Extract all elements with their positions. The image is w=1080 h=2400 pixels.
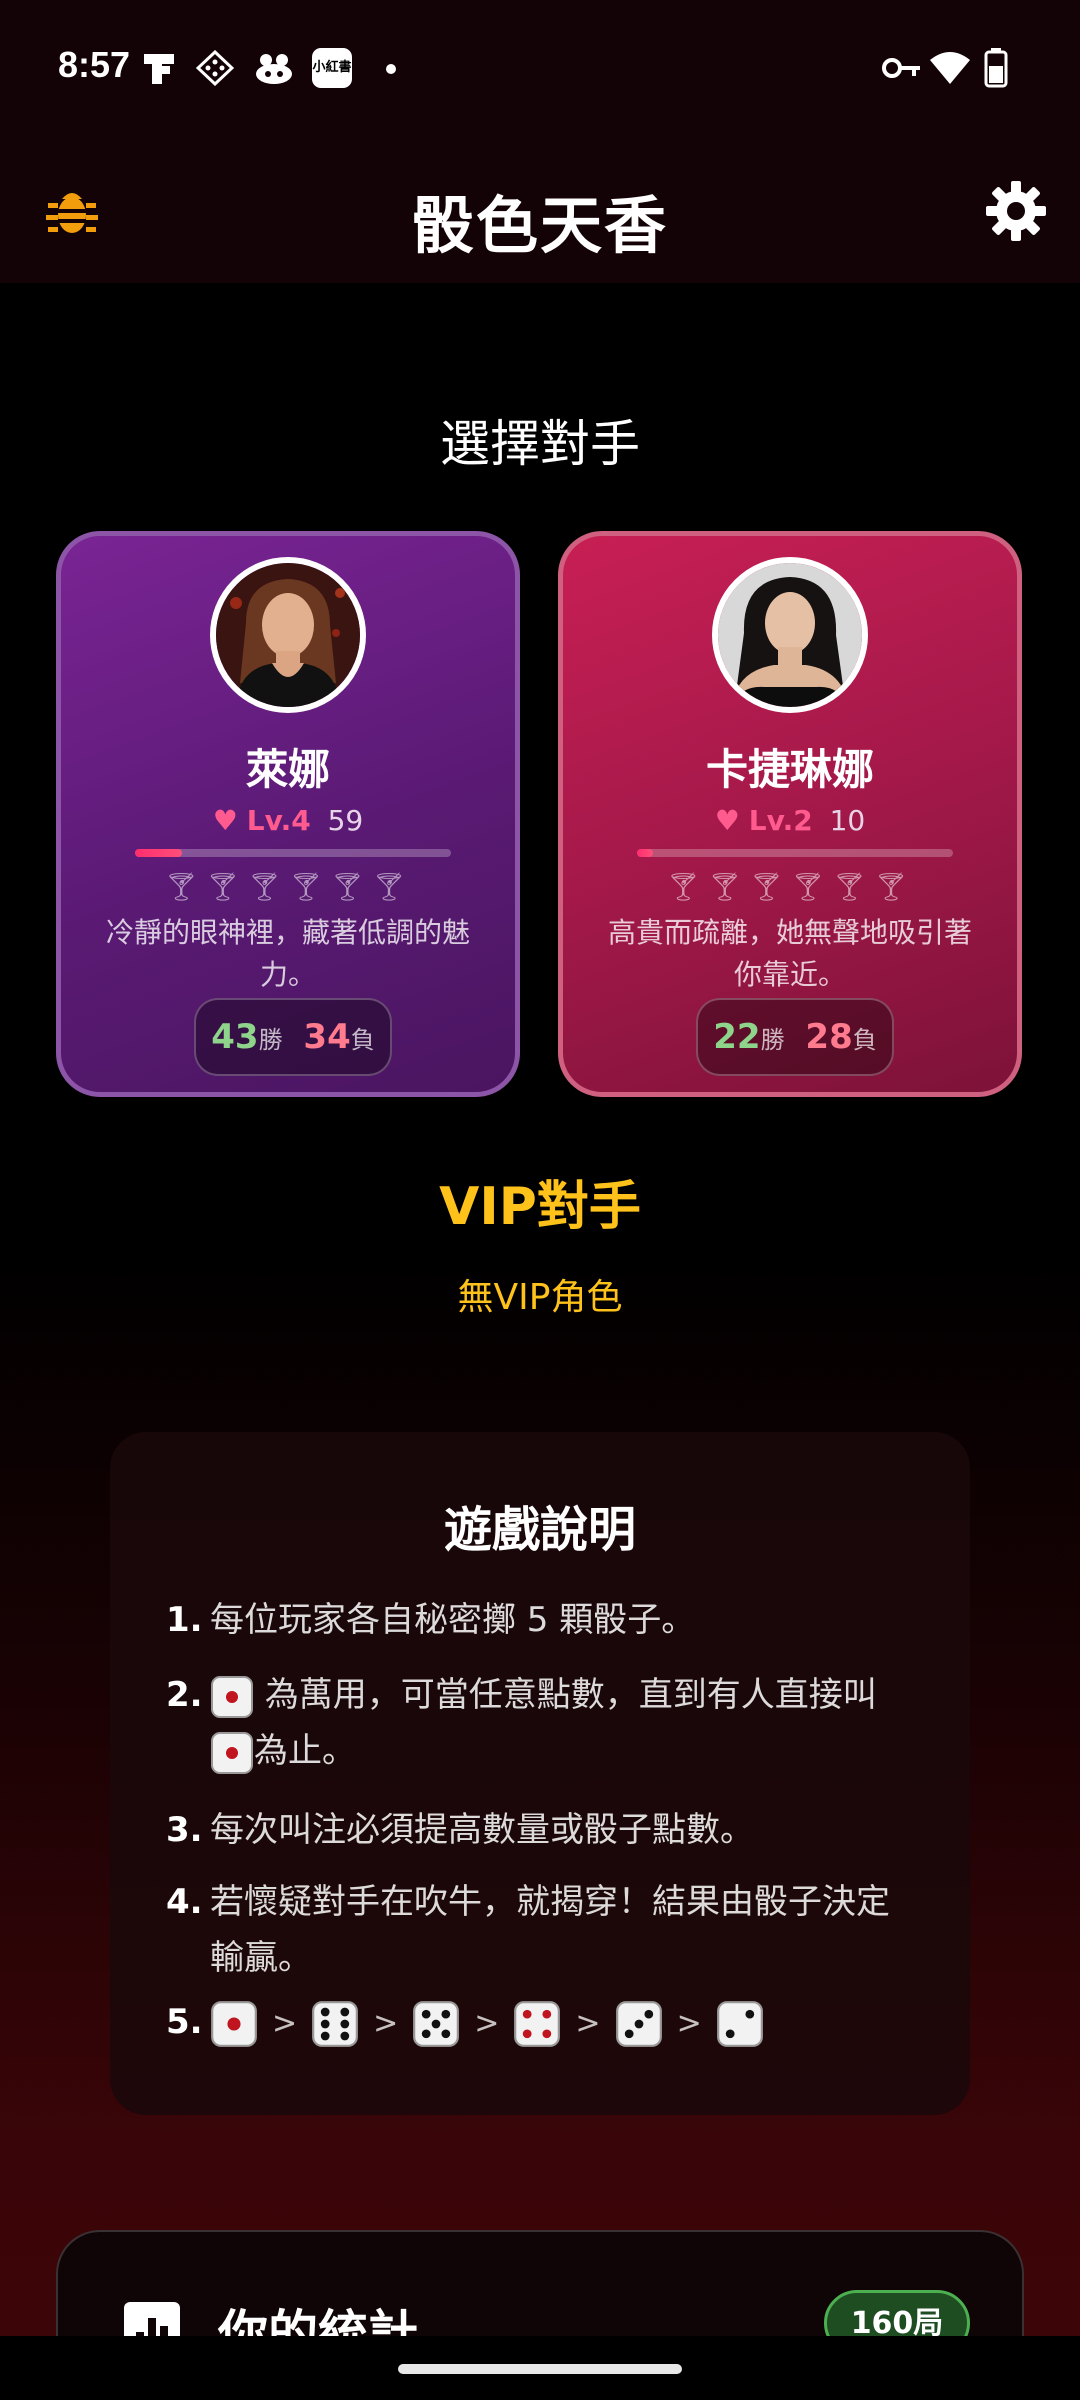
vip-title: VIP對手 [439, 1177, 641, 1237]
rules-title: 遊戲說明 [443, 1502, 636, 1558]
affection-progress [637, 849, 953, 857]
wins-label: 勝 [258, 1026, 283, 1054]
rule-item: 3. 每次叫注必須提高數量或骰子點數。 [166, 1802, 926, 1858]
win-loss-record: 43勝 34負 [194, 998, 392, 1076]
rule-text: 每位玩家各自秘密擲 5 顆骰子。 [210, 1600, 696, 1640]
level-value: Lv.4 [246, 804, 311, 837]
status-bar: 8:57 小紅書 [0, 0, 1080, 135]
greater-than-sign: > [575, 2005, 601, 2041]
choose-opponent-title: 選擇對手 [440, 415, 640, 473]
rules-panel: 遊戲說明 1. 每位玩家各自秘密擲 5 顆骰子。 2. 為萬用，可當任意點數，直… [110, 1432, 970, 2115]
losses-label: 負 [852, 1026, 877, 1054]
opponent-description: 冷靜的眼神裡，藏著低調的魅力。 [105, 916, 470, 991]
wins-count: 22 [713, 1017, 761, 1057]
opponent-card-laina[interactable]: 萊娜 ♥ Lv.4 59 🍸︎🍸︎🍸︎🍸︎🍸︎🍸︎ 冷靜的眼神裡，藏著低調的魅力… [56, 531, 520, 1097]
home-indicator[interactable] [398, 2364, 682, 2374]
greater-than-sign: > [373, 2005, 399, 2041]
docs-icon [144, 54, 174, 84]
battery-icon [984, 48, 1008, 88]
app-bar: 骰色天香 [0, 135, 1080, 283]
die-6-icon [312, 2000, 359, 2047]
game-icon [256, 54, 292, 84]
gear-icon[interactable] [984, 179, 1048, 243]
rule-text-a: 為萬用，可當任意點數，直到有人直接叫 [264, 1675, 877, 1715]
losses-count: 34 [303, 1017, 351, 1057]
rule-number: 2. [166, 1675, 203, 1715]
rule-number: 4. [166, 1882, 203, 1922]
affection-progress [135, 849, 451, 857]
die-one-icon [211, 1731, 253, 1774]
opponent-card-katerina[interactable]: 卡捷琳娜 ♥ Lv.2 10 🍸︎🍸︎🍸︎🍸︎🍸︎🍸︎ 高貴而疏離，她無聲地吸引… [558, 531, 1022, 1097]
cocktail-icons: 🍸︎🍸︎🍸︎🍸︎🍸︎🍸︎ [665, 870, 915, 903]
rule-number: 1. [166, 1600, 203, 1640]
rule-number: 3. [166, 1810, 203, 1850]
vpn-key-icon [882, 58, 920, 78]
greater-than-sign: > [272, 2005, 298, 2041]
vip-empty-text: 無VIP角色 [457, 1277, 623, 1318]
app-title: 骰色天香 [411, 189, 668, 262]
affection-level: ♥ Lv.4 59 [61, 804, 515, 837]
app-icon: 小紅書 [312, 48, 352, 88]
rule-item: 1. 每位玩家各自秘密擲 5 顆骰子。 [166, 1592, 926, 1648]
losses-label: 負 [350, 1026, 375, 1054]
die-2-icon [716, 2000, 763, 2047]
rule-item: 4. 若懷疑對手在吹牛，就揭穿！結果由骰子決定輸贏。 [166, 1874, 926, 1986]
dice-icon [196, 50, 234, 86]
greater-than-sign: > [676, 2005, 702, 2041]
die-3-icon [615, 2000, 662, 2047]
die-4-icon [514, 2000, 561, 2047]
opponent-name: 卡捷琳娜 [705, 745, 874, 794]
rule-number: 5. [166, 2002, 203, 2042]
dot-icon [386, 64, 396, 74]
rule-text: 每次叫注必須提高數量或骰子點數。 [210, 1810, 754, 1850]
rule-item: 2. 為萬用，可當任意點數，直到有人直接叫 為止。 [166, 1667, 926, 1779]
level-value: Lv.2 [748, 804, 813, 837]
wins-count: 43 [211, 1017, 259, 1057]
opponent-description: 高貴而疏離，她無聲地吸引著你靠近。 [607, 916, 972, 991]
wins-label: 勝 [760, 1026, 785, 1054]
avatar [712, 557, 868, 713]
dice-ranking: > > > > > [210, 1994, 926, 2052]
heart-icon: ♥ [212, 804, 238, 837]
progress-fill [135, 849, 183, 857]
opponent-name: 萊娜 [245, 745, 330, 794]
affection-level: ♥ Lv.2 10 [563, 804, 1017, 837]
rule-text: 為萬用，可當任意點數，直到有人直接叫 為止。 [210, 1667, 926, 1779]
progress-fill [637, 849, 653, 857]
affection-points: 59 [327, 804, 364, 837]
greater-than-sign: > [474, 2005, 500, 2041]
die-5-icon [413, 2000, 460, 2047]
wifi-icon [930, 52, 970, 84]
rule-item: 5. > > > > > [166, 1994, 926, 2052]
rule-text-b: 為止。 [254, 1731, 356, 1771]
avatar [210, 557, 366, 713]
cocktail-icons: 🍸︎🍸︎🍸︎🍸︎🍸︎🍸︎ [163, 870, 413, 903]
clock: 8:57 [58, 44, 131, 85]
losses-count: 28 [805, 1017, 853, 1057]
die-one-icon [211, 1675, 253, 1718]
affection-points: 10 [829, 804, 866, 837]
heart-icon: ♥ [714, 804, 740, 837]
win-loss-record: 22勝 28負 [696, 998, 894, 1076]
die-1-icon [211, 2000, 257, 2047]
rule-text: 若懷疑對手在吹牛，就揭穿！結果由骰子決定輸贏。 [210, 1882, 890, 1978]
